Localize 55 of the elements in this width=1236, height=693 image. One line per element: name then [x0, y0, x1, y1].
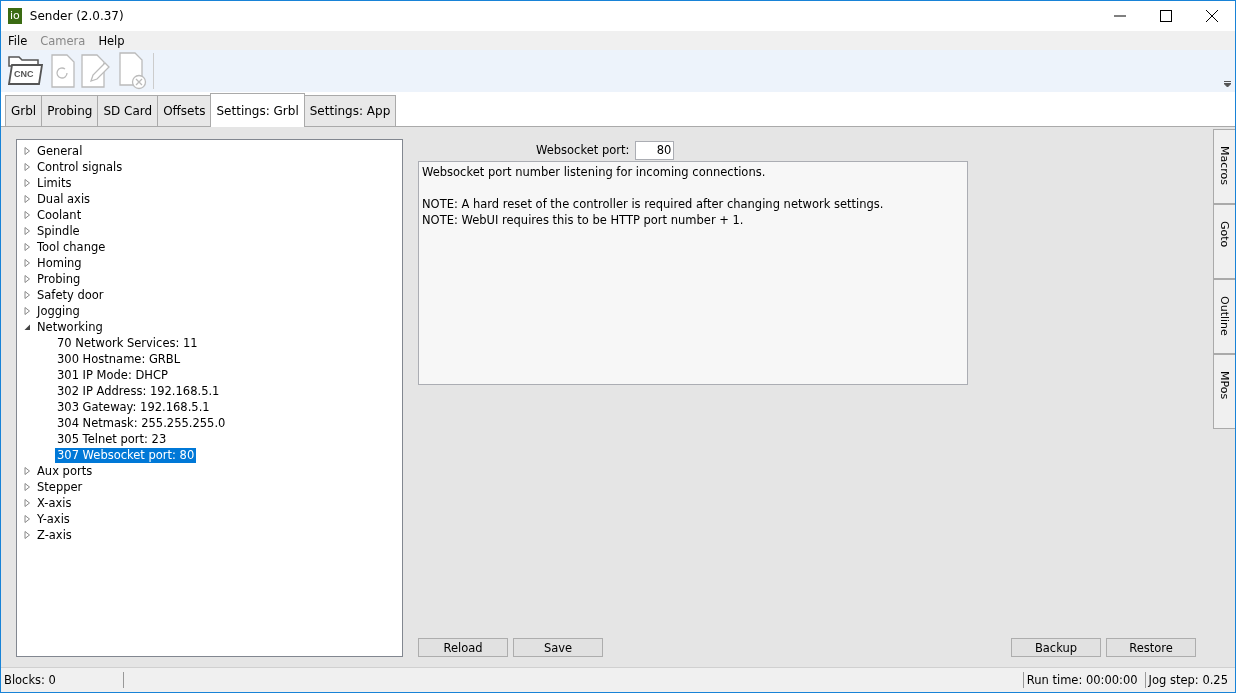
tree-item[interactable]: 302 IP Address: 192.168.5.1	[55, 383, 222, 399]
tree-item[interactable]: 304 Netmask: 255.255.255.0	[55, 415, 228, 431]
tab[interactable]: Probing	[41, 95, 99, 126]
tree-item[interactable]: Limits	[37, 176, 72, 190]
app-icon: io	[8, 8, 22, 24]
tree-item[interactable]: 307 Websocket port: 80	[55, 447, 197, 463]
tree-item[interactable]: Y-axis	[37, 512, 70, 526]
action-button[interactable]: Reload	[418, 638, 508, 657]
side-tab[interactable]: Macros	[1213, 129, 1235, 204]
action-button[interactable]: Save	[513, 638, 603, 657]
tree-item[interactable]: 301 IP Mode: DHCP	[55, 367, 170, 383]
note-text: NOTE: A hard reset of the controller is required after changing network settings.	[422, 196, 885, 212]
field-label: Websocket port:	[536, 143, 630, 157]
menu-item[interactable]: File	[8, 33, 28, 48]
tab[interactable]: Grbl	[5, 95, 43, 126]
side-tab[interactable]: Outline	[1213, 279, 1235, 354]
tab[interactable]: Settings: Grbl	[210, 93, 305, 127]
status-text: Jog step: 0.25	[1147, 672, 1229, 688]
tree-item[interactable]: Probing	[37, 272, 81, 286]
status-text: Blocks: 0	[1, 672, 124, 688]
tree-item[interactable]: Homing	[37, 256, 82, 270]
status-text: Run time: 00:00:00	[1023, 672, 1146, 688]
overflow-icon[interactable]	[1224, 81, 1231, 87]
tree-item[interactable]: 303 Gateway: 192.168.5.1	[55, 399, 212, 415]
close-icon[interactable]	[1206, 10, 1218, 22]
tab[interactable]: SD Card	[97, 95, 159, 126]
tab[interactable]: Settings: App	[303, 95, 397, 126]
maximize-icon[interactable]	[1160, 10, 1172, 22]
action-button[interactable]: Restore	[1106, 638, 1196, 657]
tree-item[interactable]: 305 Telnet port: 23	[55, 431, 169, 447]
menu-item[interactable]: Help	[98, 33, 125, 48]
tree-item[interactable]: X-axis	[37, 496, 72, 510]
tree-item[interactable]: Spindle	[37, 224, 80, 238]
tree-item[interactable]: Z-axis	[37, 528, 72, 542]
tree-item[interactable]: Safety door	[37, 288, 104, 302]
tree-item[interactable]: 70 Network Services: 11	[55, 335, 200, 351]
side-tab[interactable]: Goto	[1213, 204, 1235, 279]
tree-item[interactable]: Dual axis	[37, 192, 91, 206]
websocket-port-field[interactable]: 80	[635, 140, 675, 160]
tree-item[interactable]: 300 Hostname: GRBL	[55, 351, 183, 367]
tree-item[interactable]: Aux ports	[37, 464, 93, 478]
side-tab[interactable]: MPos	[1213, 354, 1235, 429]
tab[interactable]: Offsets	[157, 95, 212, 126]
window-title: Sender (2.0.37)	[29, 9, 124, 23]
description-text: Websocket port number listening for incoming connections.	[422, 164, 767, 180]
tree-item[interactable]: General	[37, 144, 83, 158]
action-button[interactable]: Backup	[1011, 638, 1101, 657]
tree-item[interactable]: Control signals	[37, 160, 123, 174]
expander-icon[interactable]	[24, 323, 31, 331]
tree-item[interactable]: Networking	[37, 320, 103, 334]
note-text: NOTE: WebUI requires this to be HTTP port number + 1.	[422, 212, 745, 228]
tree-item[interactable]: Jogging	[37, 304, 80, 318]
tree-item[interactable]: Coolant	[37, 208, 82, 222]
tree-item[interactable]: Tool change	[37, 240, 106, 254]
tree-item[interactable]: Stepper	[37, 480, 83, 494]
